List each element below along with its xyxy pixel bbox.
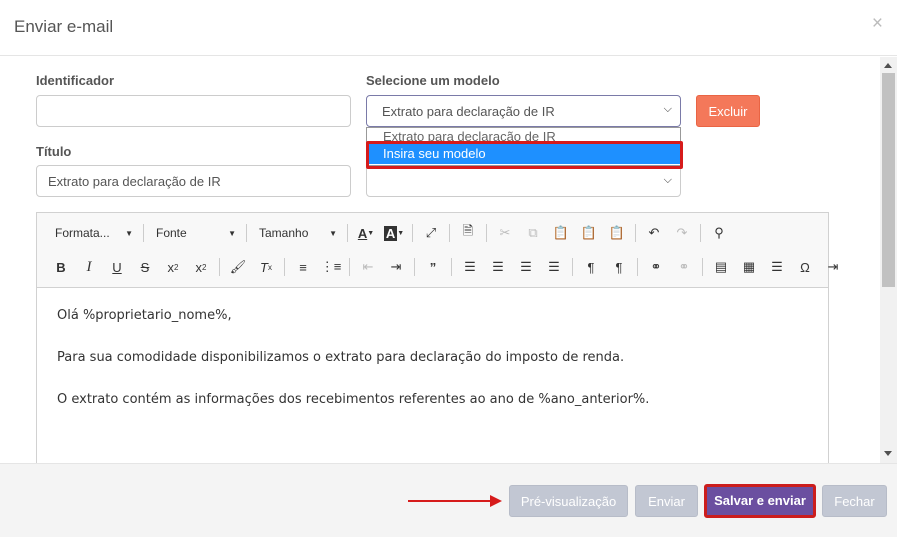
cut-icon[interactable]: ✂ — [491, 221, 519, 245]
editor-line: O extrato contém as informações dos rece… — [57, 392, 650, 407]
toolbar-separator — [347, 224, 348, 242]
underline-icon[interactable]: U — [103, 255, 131, 279]
special-char-icon[interactable]: Ω — [791, 255, 819, 279]
background-color-icon[interactable]: A ▼ — [380, 221, 408, 245]
modelo-select[interactable]: Extrato para declaração de IR ⌵ — [366, 95, 681, 127]
format-combo[interactable]: Formata... ▼ — [47, 221, 139, 245]
maximize-icon[interactable]: ⤢ — [417, 221, 445, 245]
numbered-list-icon[interactable]: ≡ — [289, 255, 317, 279]
format-combo-label: Formata... — [55, 226, 110, 240]
image-icon[interactable]: ▤ — [707, 255, 735, 279]
chevron-down-icon: ⌵ — [663, 174, 672, 186]
indent-icon[interactable]: ⇥ — [382, 255, 410, 279]
annotation-arrow — [408, 500, 494, 502]
italic-icon[interactable]: I — [75, 255, 103, 279]
page-break-icon[interactable]: ⇥ — [819, 255, 847, 279]
justify-icon[interactable]: ☰ — [540, 255, 568, 279]
scroll-up-icon[interactable] — [884, 63, 892, 68]
editor-content[interactable]: Olá %proprietario_nome%, Para sua comodi… — [57, 308, 649, 434]
subscript-icon[interactable]: x2 — [159, 255, 187, 279]
bulleted-list-icon[interactable]: ⋮≡ — [317, 255, 345, 279]
blockquote-icon[interactable]: ” — [419, 255, 447, 279]
font-combo[interactable]: Fonte ▼ — [148, 221, 242, 245]
toolbar-separator — [143, 224, 144, 242]
annotation-arrow-head — [490, 495, 502, 507]
scroll-down-icon[interactable] — [884, 451, 892, 456]
caret-down-icon: ▼ — [329, 228, 337, 238]
font-combo-label: Fonte — [156, 226, 187, 240]
toolbar-separator — [700, 224, 701, 242]
toolbar-row-2: B I U S x2 x2 🖌 Tx ≡ ⋮≡ ⇤ ⇥ ” ☰ ☰ ☰ ☰ ¶ … — [47, 255, 847, 279]
excluir-button[interactable]: Excluir — [696, 95, 760, 127]
rich-text-editor: Formata... ▼ Fonte ▼ Tamanho ▼ A ▼ A ▼ ⤢ 🗎 ✂ … — [36, 212, 838, 463]
remove-format-icon[interactable]: Tx — [252, 255, 280, 279]
paste-icon[interactable]: 📋 — [547, 221, 575, 245]
close-button[interactable]: Fechar — [822, 485, 887, 517]
send-button[interactable]: Enviar — [635, 485, 698, 517]
send-email-modal: Enviar e-mail × Identificador Selecione … — [0, 0, 897, 537]
text-color-icon[interactable]: A ▼ — [352, 221, 380, 245]
align-left-icon[interactable]: ☰ — [456, 255, 484, 279]
rtl-icon[interactable]: ¶ — [605, 255, 633, 279]
identificador-input[interactable] — [36, 95, 351, 127]
toolbar-separator — [635, 224, 636, 242]
outdent-icon[interactable]: ⇤ — [354, 255, 382, 279]
toolbar-separator — [486, 224, 487, 242]
modelo-selected-value: Extrato para declaração de IR — [382, 104, 555, 119]
toolbar-separator — [637, 258, 638, 276]
superscript-icon[interactable]: x2 — [187, 255, 215, 279]
titulo-input[interactable] — [36, 165, 351, 197]
scrollbar[interactable] — [880, 57, 897, 463]
toolbar-separator — [284, 258, 285, 276]
size-combo-label: Tamanho — [259, 226, 309, 240]
undo-icon[interactable]: ↶ — [640, 221, 668, 245]
copy-format-icon[interactable]: 🖌 — [224, 255, 252, 279]
strikethrough-icon[interactable]: S — [131, 255, 159, 279]
toolbar-separator — [572, 258, 573, 276]
toolbar-separator — [451, 258, 452, 276]
find-icon[interactable]: ⚲ — [705, 221, 733, 245]
modal-title: Enviar e-mail — [14, 17, 114, 36]
toolbar-separator — [219, 258, 220, 276]
highlight-box — [366, 141, 683, 169]
save-and-send-button[interactable]: Salvar e enviar — [704, 484, 816, 518]
caret-down-icon: ▼ — [228, 228, 236, 238]
unlink-icon[interactable]: ⚭ — [670, 255, 698, 279]
editor-line: Olá %proprietario_nome%, — [57, 308, 232, 323]
identificador-label: Identificador — [36, 73, 115, 88]
size-combo[interactable]: Tamanho ▼ — [251, 221, 343, 245]
table-icon[interactable]: ▦ — [735, 255, 763, 279]
editor-line: Para sua comodidade disponibilizamos o e… — [57, 350, 625, 365]
align-center-icon[interactable]: ☰ — [484, 255, 512, 279]
toolbar-separator — [414, 258, 415, 276]
align-right-icon[interactable]: ☰ — [512, 255, 540, 279]
toolbar-separator — [246, 224, 247, 242]
secondary-select[interactable]: ⌵ — [366, 165, 681, 197]
editor-toolbar: Formata... ▼ Fonte ▼ Tamanho ▼ A ▼ A ▼ ⤢ 🗎 ✂ … — [37, 213, 838, 288]
close-icon[interactable]: × — [872, 13, 883, 35]
paste-text-icon[interactable]: 📋 — [575, 221, 603, 245]
caret-down-icon: ▼ — [125, 228, 133, 238]
source-icon[interactable]: 🗎 — [454, 221, 482, 245]
scroll-thumb[interactable] — [882, 73, 895, 287]
link-icon[interactable]: ⚭ — [642, 255, 670, 279]
horizontal-line-icon[interactable]: ☰ — [763, 255, 791, 279]
preview-button[interactable]: Pré-visualização — [509, 485, 628, 517]
paste-word-icon[interactable]: 📋 — [603, 221, 631, 245]
bold-icon[interactable]: B — [47, 255, 75, 279]
redo-icon[interactable]: ↷ — [668, 221, 696, 245]
chevron-down-icon: ⌵ — [663, 103, 672, 115]
toolbar-separator — [702, 258, 703, 276]
ltr-icon[interactable]: ¶ — [577, 255, 605, 279]
toolbar-separator — [449, 224, 450, 242]
modelo-label: Selecione um modelo — [366, 73, 500, 88]
modal-header: Enviar e-mail × — [0, 0, 897, 56]
toolbar-separator — [349, 258, 350, 276]
titulo-label: Título — [36, 144, 72, 159]
copy-icon[interactable]: ⧉ — [519, 221, 547, 245]
toolbar-row-1: Formata... ▼ Fonte ▼ Tamanho ▼ A ▼ A ▼ ⤢ 🗎 ✂ … — [47, 221, 733, 245]
toolbar-separator — [412, 224, 413, 242]
